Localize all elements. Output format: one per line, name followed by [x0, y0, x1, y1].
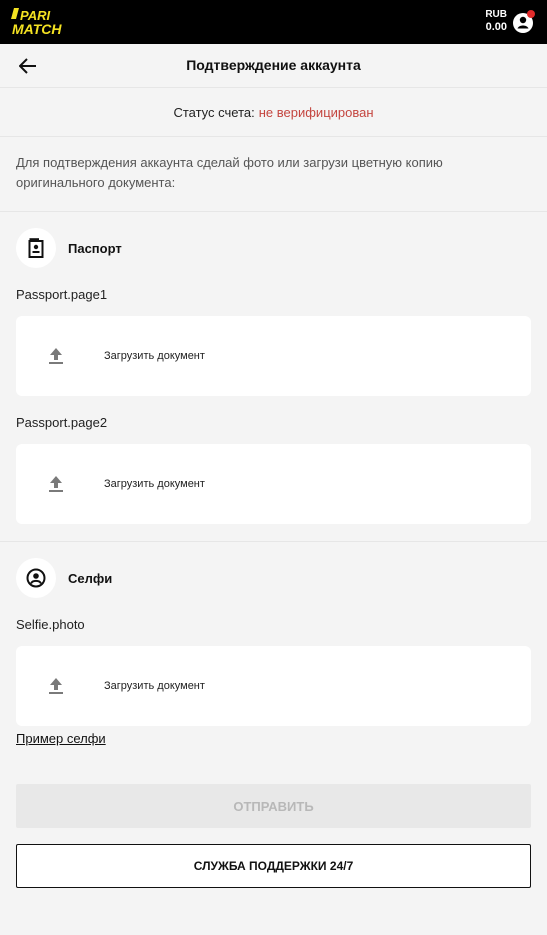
- selfie-section: Селфи Selfie.photo Загрузить документ Пр…: [0, 558, 547, 748]
- upload-icon: [49, 348, 63, 364]
- support-button[interactable]: СЛУЖБА ПОДДЕРЖКИ 24/7: [16, 844, 531, 888]
- user-icon: [26, 568, 46, 588]
- upload-label: Загрузить документ: [104, 350, 205, 362]
- selfie-example-link[interactable]: Пример селфи: [16, 731, 106, 746]
- section-header: Селфи: [16, 558, 531, 598]
- passport-section: Паспорт Passport.page1 Загрузить докумен…: [0, 228, 547, 524]
- section-title: Селфи: [68, 570, 113, 586]
- status-value: не верифицирован: [258, 104, 374, 120]
- upload-document-button[interactable]: Загрузить документ: [16, 316, 531, 396]
- user-icon-wrap: [16, 558, 56, 598]
- upload-label: Загрузить документ: [104, 478, 205, 490]
- upload-icon: [49, 476, 63, 492]
- divider: [0, 541, 547, 542]
- document-label: Passport.page2: [16, 415, 108, 430]
- document-label: Selfie.photo: [16, 617, 85, 632]
- status-label: Статус счета:: [173, 104, 255, 120]
- balance-display[interactable]: RUB 0.00: [485, 9, 507, 33]
- section-header: Паспорт: [16, 228, 531, 268]
- svg-text:MATCH: MATCH: [12, 21, 62, 37]
- parimatch-logo[interactable]: PARI MATCH: [10, 7, 92, 37]
- passport-icon: [28, 238, 44, 258]
- currency-label: RUB: [485, 9, 507, 20]
- upload-label: Загрузить документ: [104, 680, 205, 692]
- top-bar: PARI MATCH RUB 0.00: [0, 0, 547, 44]
- document-label: Passport.page1: [16, 287, 108, 302]
- notification-dot: [527, 10, 535, 18]
- instruction-text: Для подтверждения аккаунта сделай фото и…: [0, 137, 547, 212]
- upload-document-button[interactable]: Загрузить документ: [16, 646, 531, 726]
- account-button[interactable]: [511, 9, 537, 35]
- account-status: Статус счета: не верифицирован: [0, 88, 547, 137]
- upload-document-button[interactable]: Загрузить документ: [16, 444, 531, 524]
- submit-button[interactable]: ОТПРАВИТЬ: [16, 784, 531, 828]
- user-circle-icon: [513, 10, 535, 33]
- passport-icon-wrap: [16, 228, 56, 268]
- page-title: Подтверждение аккаунта: [186, 57, 361, 73]
- page-header: Подтверждение аккаунта: [0, 44, 547, 88]
- upload-icon: [49, 678, 63, 694]
- balance-value: 0.00: [485, 21, 507, 33]
- section-title: Паспорт: [68, 240, 122, 256]
